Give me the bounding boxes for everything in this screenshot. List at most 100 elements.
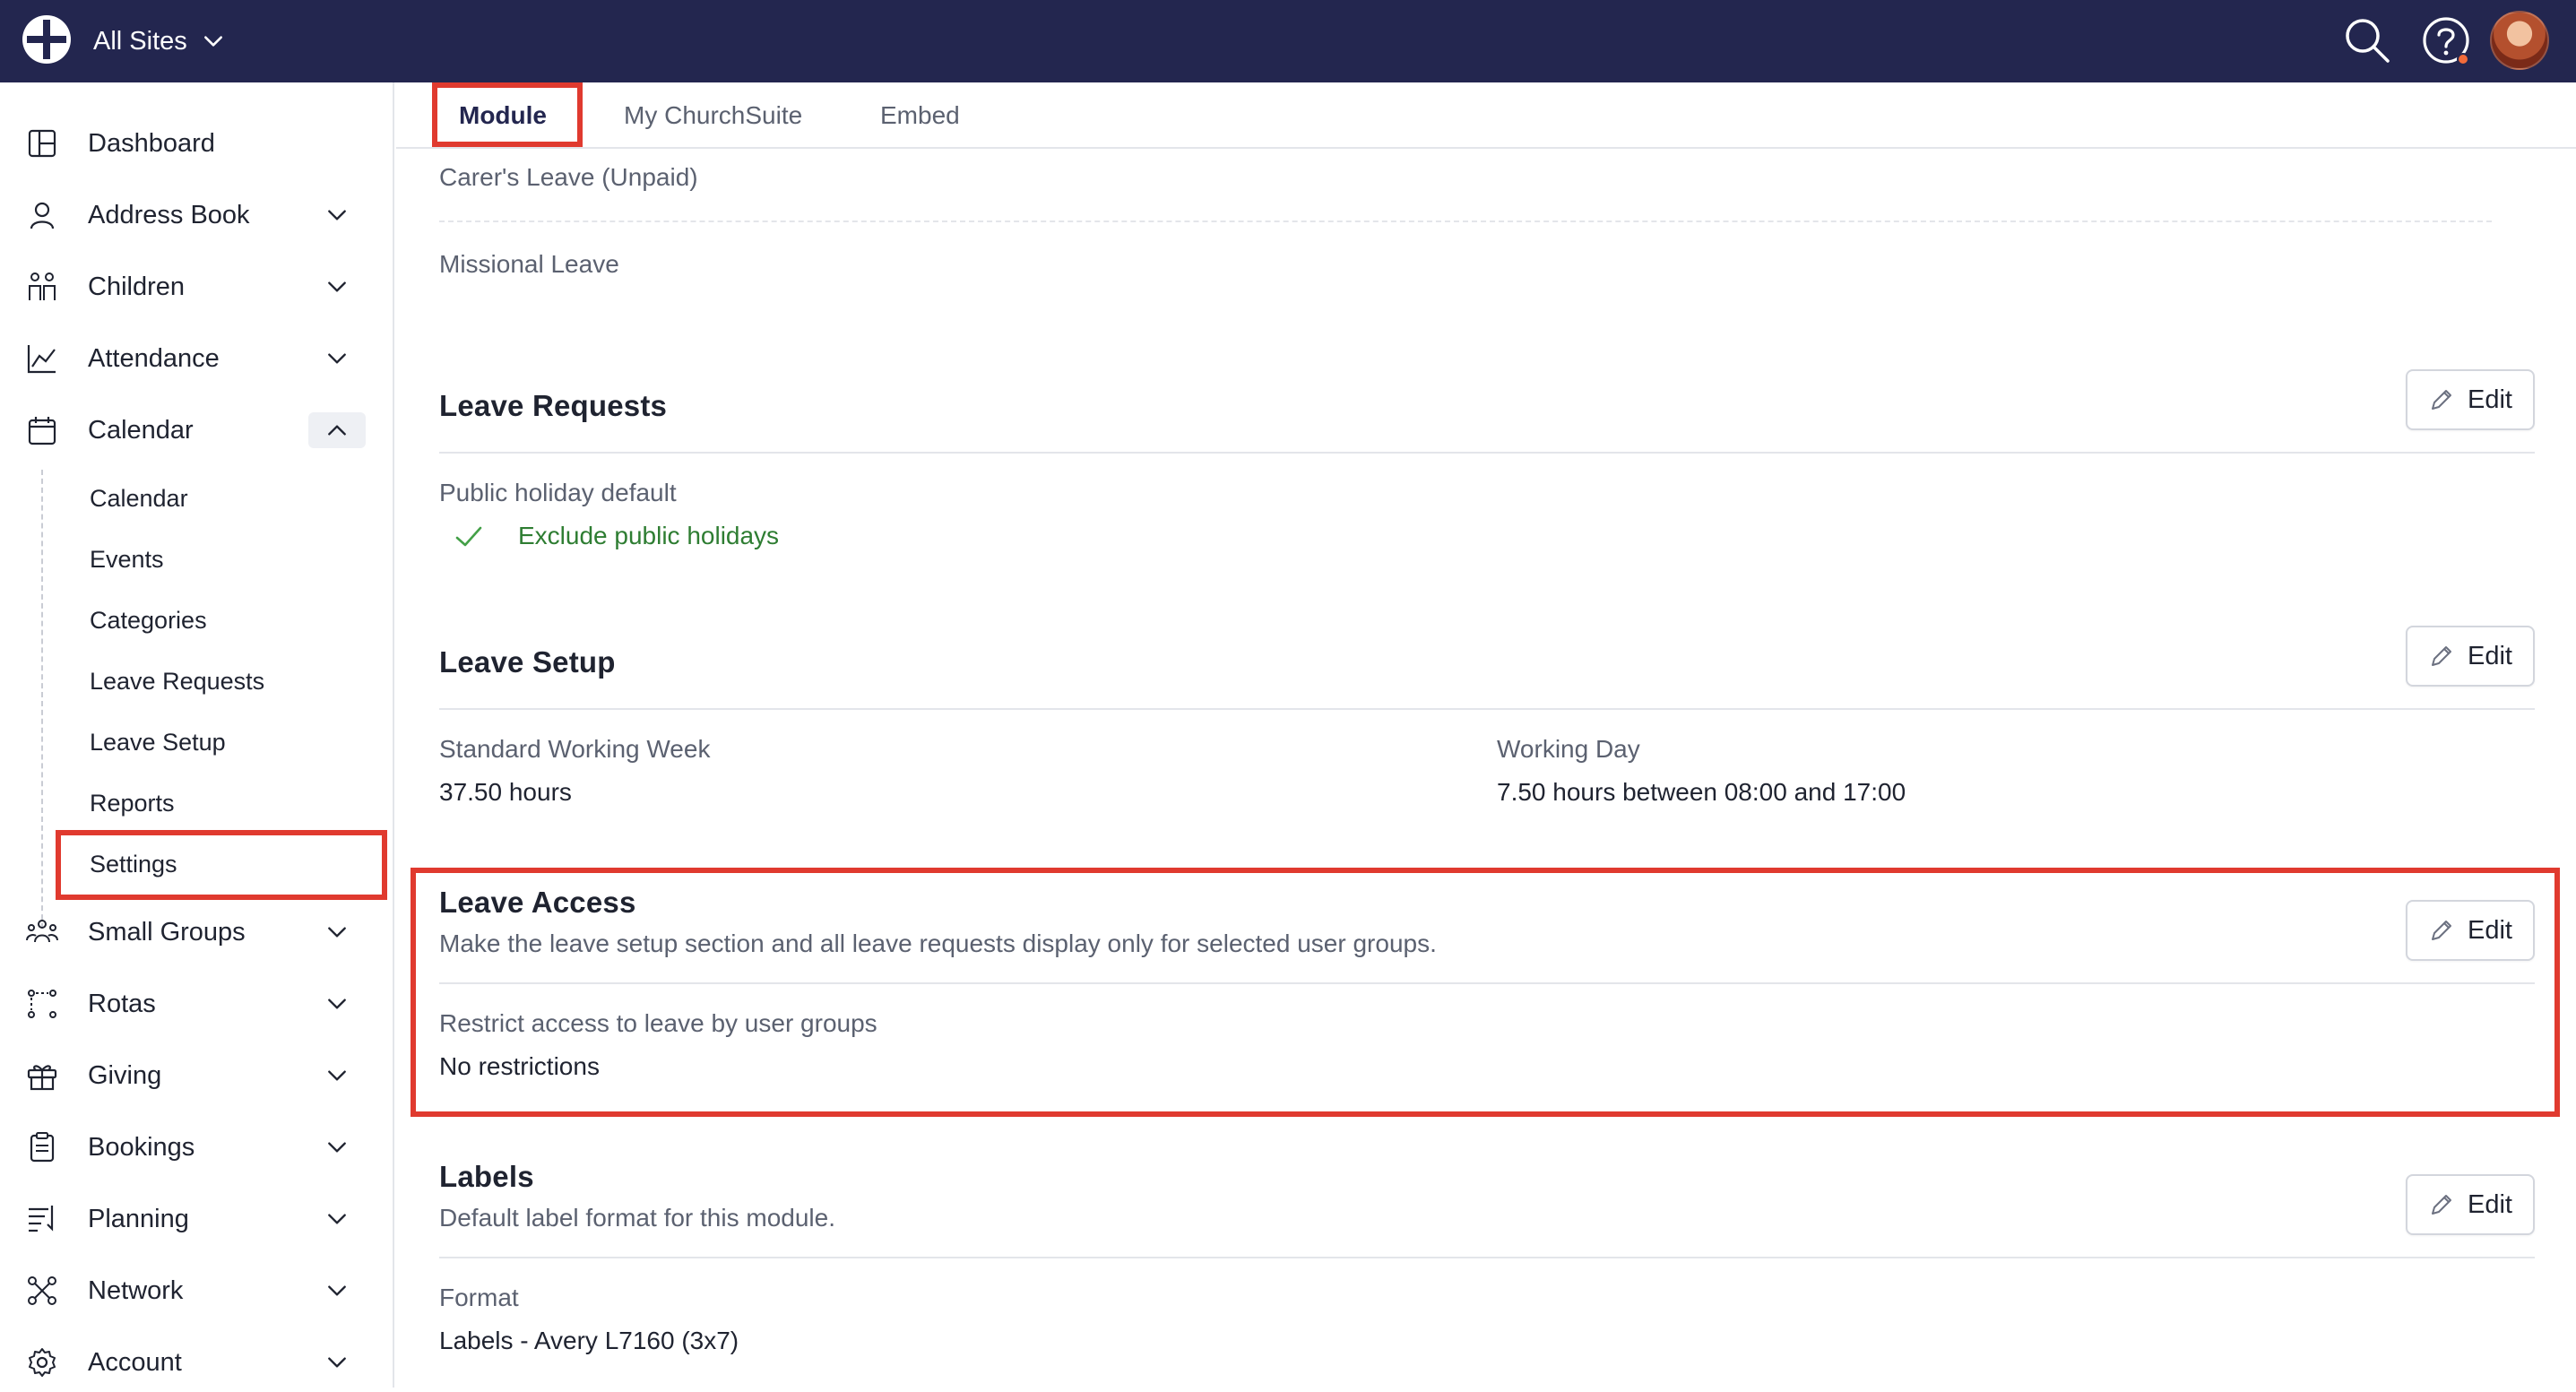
planning-icon bbox=[29, 1206, 54, 1232]
site-switcher-label: All Sites bbox=[93, 26, 187, 56]
working-week-label: Standard Working Week bbox=[439, 735, 711, 763]
subnav-item-reports[interactable]: Reports bbox=[57, 776, 380, 830]
restrict-access-label: Restrict access to leave by user groups bbox=[439, 1009, 877, 1037]
pencil-icon bbox=[2432, 390, 2451, 410]
expand-toggle[interactable] bbox=[319, 197, 355, 233]
pencil-icon bbox=[2432, 921, 2451, 940]
sidebar-item-label: Attendance bbox=[88, 343, 220, 373]
chevron-down-icon bbox=[328, 999, 346, 1009]
sidebar-item-rotas[interactable]: Rotas bbox=[0, 974, 394, 1033]
dashboard-icon bbox=[28, 129, 56, 158]
tab-my-churchsuite[interactable]: My ChurchSuite bbox=[624, 82, 802, 149]
sidebar-item-label: Dashboard bbox=[88, 128, 215, 158]
labels-description: Default label format for this module. bbox=[439, 1204, 835, 1232]
clipboard-icon bbox=[30, 1132, 55, 1163]
sidebar-item-label: Rotas bbox=[88, 989, 156, 1018]
sidebar-item-label: Planning bbox=[88, 1204, 189, 1233]
sidebar-item-label: Small Groups bbox=[88, 917, 246, 947]
subnav-label: Categories bbox=[90, 606, 207, 634]
pencil-icon bbox=[2432, 1195, 2451, 1215]
subnav-item-categories[interactable]: Categories bbox=[57, 593, 380, 647]
site-switcher[interactable]: All Sites bbox=[93, 22, 225, 61]
leave-setup-edit-button[interactable]: Edit bbox=[2406, 626, 2535, 687]
sidebar: Dashboard Address Book Children Attendan… bbox=[0, 82, 394, 1388]
leave-access-edit-button[interactable]: Edit bbox=[2406, 900, 2535, 961]
leave-type-item: Carer's Leave (Unpaid) bbox=[439, 163, 698, 191]
edit-label: Edit bbox=[2468, 385, 2512, 414]
leave-access-description: Make the leave setup section and all lea… bbox=[439, 929, 1437, 957]
expand-toggle[interactable] bbox=[319, 986, 355, 1022]
leave-setup-title: Leave Setup bbox=[439, 645, 616, 679]
subnav-label: Calendar bbox=[90, 484, 188, 512]
subnav-label: Events bbox=[90, 545, 164, 573]
chevron-down-icon bbox=[328, 1214, 346, 1224]
highlight-module-tab bbox=[432, 82, 583, 147]
chart-icon bbox=[27, 345, 56, 374]
expand-toggle[interactable] bbox=[319, 1058, 355, 1094]
public-holiday-label: Public holiday default bbox=[439, 479, 677, 506]
subnav-item-calendar[interactable]: Calendar bbox=[57, 471, 380, 525]
subnav-label: Leave Setup bbox=[90, 728, 226, 756]
sidebar-item-bookings[interactable]: Bookings bbox=[0, 1118, 394, 1177]
divider bbox=[439, 708, 2535, 710]
gift-icon bbox=[27, 1065, 57, 1091]
search-icon[interactable] bbox=[2339, 13, 2395, 68]
subnav-item-leave-requests[interactable]: Leave Requests bbox=[57, 654, 380, 708]
sidebar-item-calendar[interactable]: Calendar bbox=[0, 401, 394, 460]
sidebar-item-label: Bookings bbox=[88, 1132, 195, 1162]
person-icon bbox=[30, 202, 55, 229]
expand-toggle[interactable] bbox=[319, 269, 355, 305]
subnav-item-leave-setup[interactable]: Leave Setup bbox=[57, 715, 380, 769]
collapse-toggle[interactable] bbox=[308, 412, 366, 448]
divider bbox=[439, 982, 2535, 984]
sidebar-item-attendance[interactable]: Attendance bbox=[0, 329, 394, 388]
sidebar-item-giving[interactable]: Giving bbox=[0, 1046, 394, 1105]
labels-edit-button[interactable]: Edit bbox=[2406, 1174, 2535, 1235]
chevron-down-icon bbox=[203, 36, 222, 47]
module-tabs: Module My ChurchSuite Embed bbox=[396, 82, 2576, 149]
working-day-value: 7.50 hours between 08:00 and 17:00 bbox=[1497, 778, 1906, 806]
tab-embed[interactable]: Embed bbox=[880, 82, 960, 149]
calendar-icon bbox=[28, 417, 56, 445]
subnav-label: Reports bbox=[90, 789, 175, 817]
leave-requests-edit-button[interactable]: Edit bbox=[2406, 369, 2535, 430]
public-holiday-value: Exclude public holidays bbox=[518, 522, 780, 549]
sidebar-item-small-groups[interactable]: Small Groups bbox=[0, 903, 394, 962]
sidebar-item-children[interactable]: Children bbox=[0, 257, 394, 316]
chevron-down-icon bbox=[328, 1357, 346, 1368]
sidebar-item-label: Address Book bbox=[88, 200, 250, 229]
sidebar-item-planning[interactable]: Planning bbox=[0, 1189, 394, 1249]
labels-title: Labels bbox=[439, 1160, 534, 1193]
sidebar-item-account[interactable]: Account bbox=[0, 1333, 394, 1392]
user-avatar[interactable] bbox=[2490, 11, 2549, 70]
gear-icon bbox=[29, 1348, 56, 1377]
groups-icon bbox=[26, 920, 58, 943]
chevron-down-icon bbox=[328, 1142, 346, 1153]
help-icon[interactable] bbox=[2418, 13, 2474, 68]
leave-access-title: Leave Access bbox=[439, 886, 636, 919]
expand-toggle[interactable] bbox=[319, 914, 355, 950]
chevron-up-icon bbox=[328, 425, 346, 436]
expand-toggle[interactable] bbox=[319, 1129, 355, 1165]
chevron-down-icon bbox=[328, 1070, 346, 1081]
sidebar-item-label: Account bbox=[88, 1347, 182, 1377]
subnav-label: Leave Requests bbox=[90, 667, 265, 695]
restrict-access-value: No restrictions bbox=[439, 1052, 600, 1080]
churchsuite-logo-icon[interactable] bbox=[20, 13, 73, 66]
subnav-item-events[interactable]: Events bbox=[57, 532, 380, 586]
expand-toggle[interactable] bbox=[319, 1273, 355, 1309]
subnav-guide bbox=[41, 470, 43, 929]
chevron-down-icon bbox=[328, 927, 346, 938]
sidebar-item-address-book[interactable]: Address Book bbox=[0, 186, 394, 245]
expand-toggle[interactable] bbox=[319, 1201, 355, 1237]
sidebar-item-dashboard[interactable]: Dashboard bbox=[0, 114, 394, 173]
working-day-label: Working Day bbox=[1497, 735, 1640, 763]
chevron-down-icon bbox=[328, 210, 346, 220]
edit-label: Edit bbox=[2468, 1189, 2512, 1219]
check-icon bbox=[455, 526, 482, 547]
sidebar-item-network[interactable]: Network bbox=[0, 1261, 394, 1320]
pencil-icon bbox=[2432, 646, 2451, 666]
expand-toggle[interactable] bbox=[319, 341, 355, 376]
expand-toggle[interactable] bbox=[319, 1344, 355, 1380]
chevron-down-icon bbox=[328, 1285, 346, 1296]
